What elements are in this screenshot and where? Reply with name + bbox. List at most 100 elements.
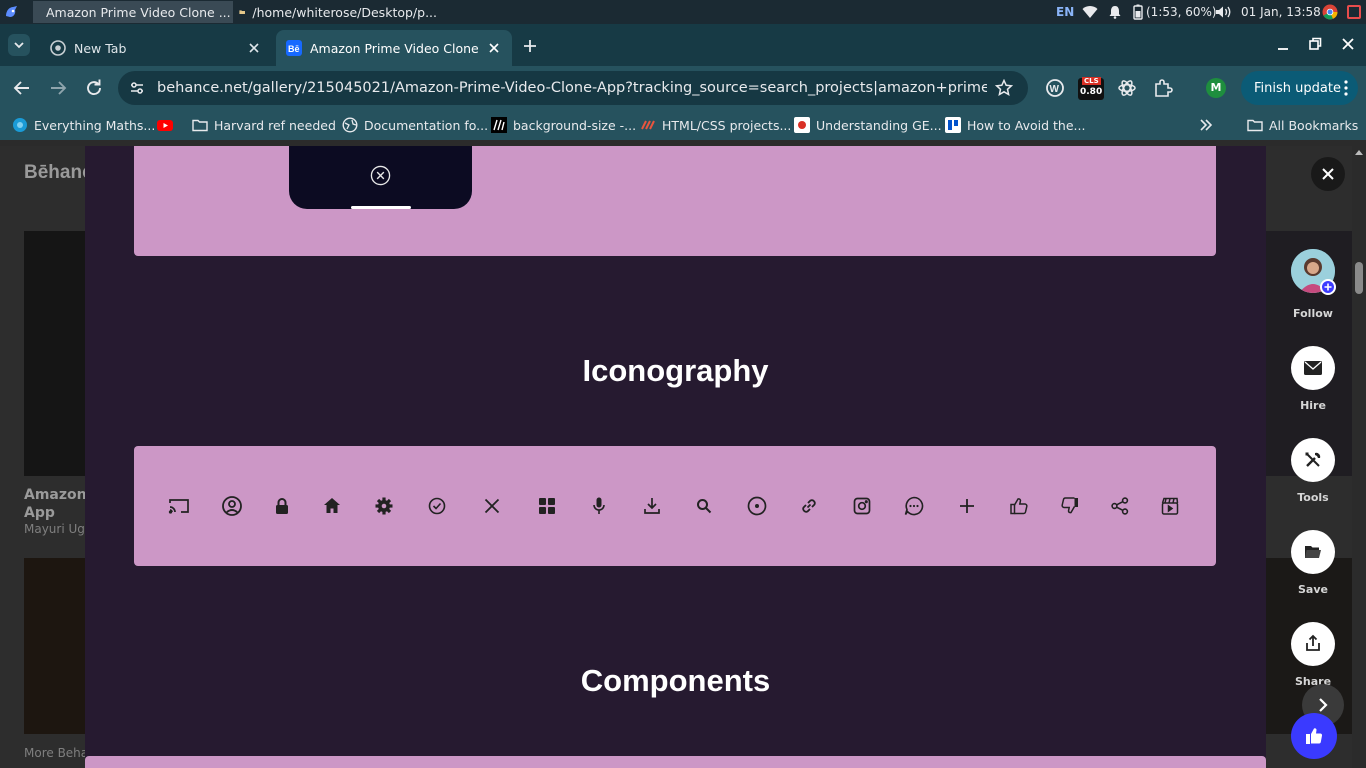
bell-icon[interactable]	[1108, 5, 1122, 19]
share-icon	[1111, 497, 1129, 515]
all-bookmarks-button[interactable]: All Bookmarks	[1247, 115, 1358, 135]
components-panel	[85, 756, 1266, 768]
forward-icon[interactable]	[46, 76, 70, 100]
save-label[interactable]: Save	[1283, 583, 1343, 596]
close-tab-icon[interactable]	[486, 40, 502, 56]
folder-icon	[1247, 119, 1263, 132]
project-thumbnail[interactable]	[24, 231, 85, 476]
bookmark-label: Understanding GE...	[816, 117, 942, 133]
chat-icon	[904, 496, 924, 516]
appreciate-button[interactable]	[1291, 713, 1337, 759]
reload-icon[interactable]	[82, 76, 106, 100]
close-tab-icon[interactable]	[246, 40, 262, 56]
plus-icon	[960, 499, 974, 513]
new-tab-icon[interactable]	[520, 36, 540, 56]
keyboard-layout[interactable]: EN	[1056, 5, 1074, 19]
more-projects-heading: More Beha	[24, 746, 85, 760]
cls-extension-badge[interactable]: CLS 0.80	[1078, 77, 1104, 100]
youtube-icon	[157, 120, 173, 131]
project-card-title[interactable]: Amazon App	[24, 486, 87, 522]
hire-button[interactable]	[1291, 346, 1335, 390]
finish-update-button[interactable]: Finish update	[1241, 71, 1358, 105]
follow-label[interactable]: Follow	[1283, 307, 1343, 320]
bookmark-item[interactable]: background-size -...	[491, 115, 636, 135]
bookmark-item[interactable]: Understanding GE...	[794, 115, 942, 135]
close-icon	[1322, 168, 1334, 180]
finish-update-label: Finish update	[1254, 80, 1341, 96]
bookmark-label: HTML/CSS projects...	[662, 117, 792, 133]
home-indicator	[351, 206, 411, 209]
hire-label[interactable]: Hire	[1283, 399, 1343, 412]
chrome-icon[interactable]	[1322, 4, 1338, 20]
bookmark-item[interactable]: Harvard ref needed	[192, 115, 336, 135]
iconography-panel	[134, 446, 1216, 566]
browser-toolbar: behance.net/gallery/215045021/Amazon-Pri…	[0, 66, 1366, 110]
tab-title: Amazon Prime Video Clone Ap	[310, 40, 478, 56]
share-button[interactable]	[1291, 622, 1335, 666]
extension-w-icon[interactable]: W	[1043, 76, 1067, 100]
globe-icon	[342, 117, 358, 133]
save-button[interactable]	[1291, 530, 1335, 574]
wifi-icon[interactable]	[1082, 5, 1098, 19]
extensions-puzzle-icon[interactable]	[1151, 76, 1175, 100]
lock-icon	[276, 498, 288, 514]
home-icon	[324, 498, 340, 513]
folder-icon	[192, 119, 208, 132]
bookmark-item[interactable]: How to Avoid the...	[945, 115, 1085, 135]
mail-icon	[1304, 361, 1322, 375]
volume-icon[interactable]	[1215, 5, 1233, 19]
taskbar-task-label: Amazon Prime Video Clone ...	[46, 4, 231, 20]
link-icon	[802, 499, 816, 513]
close-icon	[484, 498, 500, 514]
phone-mockup	[289, 146, 472, 209]
tools-button[interactable]	[1291, 438, 1335, 482]
site-icon	[794, 117, 810, 133]
bookmark-item[interactable]: HTML/CSS projects...	[640, 115, 791, 135]
tools-label[interactable]: Tools	[1283, 491, 1343, 504]
bookmark-item[interactable]: Documentation fo...	[342, 115, 488, 135]
settings-icon	[375, 497, 393, 515]
power-icon[interactable]	[1346, 4, 1362, 20]
download-icon	[644, 498, 660, 514]
minimize-icon[interactable]	[1273, 34, 1293, 54]
restore-icon[interactable]	[1305, 34, 1325, 54]
page-scrollbar[interactable]	[1352, 146, 1366, 768]
address-bar[interactable]: behance.net/gallery/215045021/Amazon-Pri…	[118, 71, 1028, 105]
more-bookmarks-icon[interactable]	[1198, 117, 1214, 133]
close-window-icon[interactable]	[1338, 34, 1358, 54]
tab-search-icon[interactable]	[8, 34, 30, 56]
project-thumbnail[interactable]	[24, 558, 85, 734]
bookmark-star-icon[interactable]	[995, 79, 1013, 97]
close-circle-icon	[370, 165, 391, 186]
project-modal: Iconography Components	[85, 146, 1266, 768]
back-icon[interactable]	[10, 76, 34, 100]
kebab-menu-icon	[1344, 80, 1348, 96]
site-info-icon[interactable]	[129, 80, 145, 96]
profile-avatar[interactable]: M	[1206, 78, 1226, 98]
thumbs-down-icon	[1061, 497, 1078, 514]
chrome-icon	[50, 40, 66, 56]
follow-plus-icon[interactable]	[1320, 279, 1336, 295]
scrollbar-thumb[interactable]	[1355, 262, 1363, 294]
os-menu-icon[interactable]	[4, 4, 20, 20]
taskbar-task-label: /home/whiterose/Desktop/p...	[252, 4, 437, 20]
tab-behance[interactable]: Bē Amazon Prime Video Clone Ap	[276, 30, 512, 66]
bookmark-item[interactable]: Everything Maths...	[12, 115, 155, 135]
bookmark-item[interactable]	[157, 115, 173, 135]
extension-atom-icon[interactable]	[1115, 76, 1139, 100]
taskbar-task-files[interactable]: /home/whiterose/Desktop/p...	[233, 1, 443, 23]
bookmark-label: background-size -...	[513, 117, 637, 133]
instagram-icon	[853, 497, 871, 515]
project-card-author[interactable]: Mayuri Uge	[24, 522, 85, 536]
clock[interactable]: 01 Jan, 13:58	[1241, 5, 1321, 19]
scroll-up-icon[interactable]	[1355, 149, 1363, 155]
bookmark-label: Documentation fo...	[364, 117, 489, 133]
clapper-icon	[1161, 497, 1179, 515]
mdn-icon	[491, 117, 507, 133]
tab-new-tab[interactable]: New Tab	[40, 30, 272, 66]
section-title-components: Components	[580, 663, 771, 698]
url-text[interactable]: behance.net/gallery/215045021/Amazon-Pri…	[157, 71, 987, 105]
svg-text:Bē: Bē	[288, 44, 300, 54]
close-modal-button[interactable]	[1311, 157, 1345, 191]
taskbar-task-chrome[interactable]: Amazon Prime Video Clone ...	[33, 1, 233, 23]
